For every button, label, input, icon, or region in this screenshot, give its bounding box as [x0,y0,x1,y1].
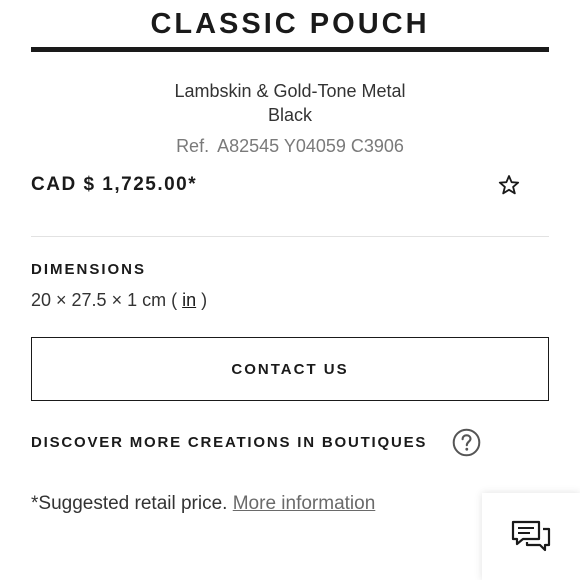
product-material: Lambskin & Gold-Tone Metal [174,81,406,101]
reference-label: Ref. [176,136,210,156]
dimensions-cm: 20 × 27.5 × 1 cm [31,290,167,310]
title-underline [31,47,549,52]
wishlist-button[interactable] [497,173,521,197]
reference-code: A82545 Y04059 C3906 [217,136,404,156]
chat-icon [511,520,551,551]
chat-button[interactable] [482,493,580,580]
product-reference: Ref. A82545 Y04059 C3906 [0,136,580,157]
dimensions-value: 20 × 27.5 × 1 cm ( in ) [31,290,207,311]
dimensions-heading: DIMENSIONS [31,261,147,278]
product-price: CAD $ 1,725.00* [31,174,198,195]
section-divider [31,236,549,237]
more-information-link[interactable]: More information [233,493,376,514]
close-paren: ) [201,290,208,310]
contact-us-button[interactable]: CONTACT US [31,337,549,401]
discover-boutiques-label: DISCOVER MORE CREATIONS IN BOUTIQUES [31,434,428,451]
product-color: Black [267,105,312,125]
product-page: CLASSIC POUCH Lambskin & Gold-Tone Metal… [0,0,580,580]
price-footnote: *Suggested retail price. More informatio… [31,493,375,515]
product-title: CLASSIC POUCH [150,8,430,40]
star-icon [498,175,520,195]
open-paren: ( [171,290,178,310]
footnote-text: *Suggested retail price. [31,493,228,514]
help-button[interactable] [452,428,481,457]
unit-toggle-link[interactable]: in [182,290,196,310]
question-icon [452,428,481,457]
